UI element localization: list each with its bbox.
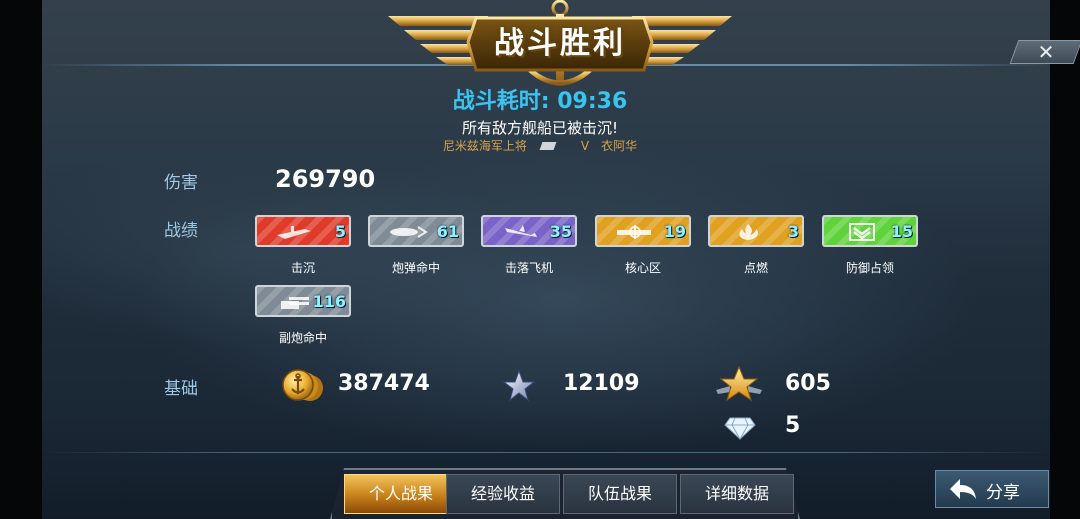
- screen-left-edge: [0, 0, 42, 519]
- victory-banner: 战斗胜利: [380, 0, 740, 92]
- achievement-name: 副炮命中: [278, 331, 327, 345]
- commander-line: 尼米兹海军上将 V 衣阿华: [0, 137, 1080, 154]
- commander-name: 尼米兹海军上将: [442, 139, 527, 153]
- achievement-badge: 3: [708, 215, 804, 247]
- achievement-defense-capture[interactable]: 15 防御占领: [822, 215, 918, 276]
- achievement-count: 15: [890, 222, 913, 241]
- captain-exp-value: 605: [785, 371, 831, 396]
- captain-exp-star-icon: [716, 365, 762, 402]
- achievement-count: 19: [663, 222, 686, 241]
- ship-tier: V: [580, 139, 590, 153]
- plane-down-icon: [505, 225, 537, 237]
- panel-bottom-divider: [42, 452, 1050, 453]
- fire-icon: [739, 224, 758, 240]
- achievement-core-zone[interactable]: 19 核心区: [595, 215, 691, 276]
- achievements-label: 战绩: [164, 221, 198, 241]
- achievement-shell-hit[interactable]: 61 炮弹命中: [368, 215, 464, 276]
- achievement-count: 5: [334, 222, 346, 241]
- sinking-ship-icon: [277, 226, 311, 239]
- shell-hit-icon: [390, 226, 428, 238]
- coins-icon: [282, 369, 323, 401]
- exp-star-icon: [502, 369, 536, 402]
- achievement-badge: 19: [595, 215, 691, 247]
- achievement-count: 61: [436, 222, 459, 241]
- battle-result-text: 所有敌方舰船已被击沉!: [461, 119, 618, 137]
- achievement-count: 3: [787, 222, 799, 241]
- diamond-icon: [724, 417, 756, 440]
- damage-value: 269790: [275, 165, 376, 193]
- core-zone-icon: [617, 225, 651, 239]
- achievement-name: 炮弹命中: [391, 261, 440, 275]
- achievement-sink[interactable]: 5 击沉: [255, 215, 351, 276]
- defense-capture-icon: [849, 223, 875, 241]
- achievement-count: 116: [312, 292, 346, 311]
- achievement-secondary-hit[interactable]: 116 副炮命中: [255, 285, 351, 346]
- achievement-badge: 5: [255, 215, 351, 247]
- share-arrow-icon: [950, 479, 976, 499]
- achievement-badge: 61: [368, 215, 464, 247]
- diamond-value: 5: [785, 413, 801, 438]
- achievement-badge: 35: [481, 215, 577, 247]
- result-tabs: 个人战果 经验收益 队伍战果 详细数据: [330, 468, 800, 519]
- coins-value: 387474: [338, 371, 430, 396]
- tab-exp-earnings[interactable]: 经验收益: [446, 474, 560, 514]
- screen-right-edge: [1050, 0, 1080, 519]
- ship-name: 衣阿华: [601, 139, 638, 153]
- achievement-ignite[interactable]: 3 点燃: [708, 215, 804, 276]
- close-icon: ✕: [1037, 40, 1055, 64]
- share-button[interactable]: 分享: [935, 470, 1049, 508]
- tab-detailed-data[interactable]: 详细数据: [680, 474, 794, 514]
- achievement-badge: 116: [255, 285, 351, 317]
- banner-title: 战斗胜利: [494, 26, 626, 61]
- share-label: 分享: [986, 483, 1020, 503]
- tab-team-results[interactable]: 队伍战果: [563, 474, 677, 514]
- achievement-badge: 15: [822, 215, 918, 247]
- flag-icon: [539, 142, 557, 150]
- battle-duration-value: 09:36: [557, 89, 628, 114]
- achievement-name: 核心区: [624, 261, 661, 275]
- battle-result-screen: 战斗胜利 ✕ 战斗耗时: 09:36 所有敌方舰船已被击沉! 尼米兹海军上将 V 衣…: [0, 0, 1080, 519]
- achievement-name: 击落飞机: [504, 261, 553, 275]
- battle-duration-label: 战斗耗时:: [452, 89, 550, 114]
- achievement-name: 点燃: [743, 261, 768, 275]
- achievement-name: 防御占领: [845, 261, 894, 275]
- damage-label: 伤害: [164, 173, 198, 193]
- exp-value: 12109: [563, 371, 640, 396]
- tab-personal-results[interactable]: 个人战果: [344, 474, 458, 514]
- battle-duration: 战斗耗时: 09:36: [0, 83, 1080, 115]
- achievement-name: 击沉: [290, 261, 315, 275]
- achievement-count: 35: [549, 222, 572, 241]
- achievement-plane-down[interactable]: 35 击落飞机: [481, 215, 577, 276]
- basics-label: 基础: [164, 379, 198, 399]
- close-button[interactable]: ✕: [1009, 40, 1080, 64]
- secondary-gun-icon: [281, 297, 309, 309]
